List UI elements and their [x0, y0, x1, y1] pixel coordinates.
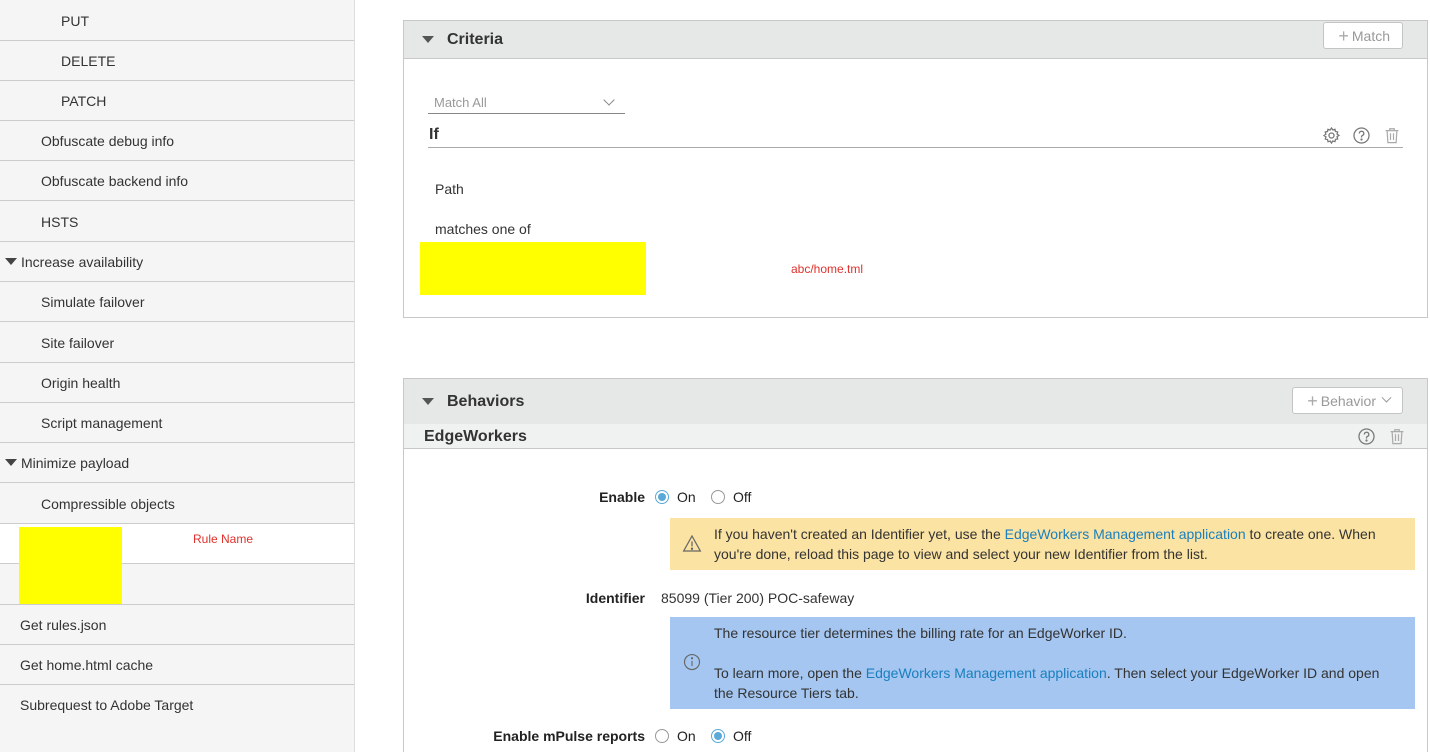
plus-icon: + — [1338, 25, 1349, 46]
condition-operator: matches one of — [435, 221, 531, 237]
identifier-value[interactable]: 85099 (Tier 200) POC-safeway — [661, 590, 854, 606]
sidebar-item-increase-availability[interactable]: Increase availability — [0, 242, 354, 282]
sidebar-item-patch[interactable]: PATCH — [0, 81, 354, 121]
add-behavior-button[interactable]: + Behavior — [1292, 387, 1403, 414]
sidebar-item-label: Get rules.json — [20, 616, 107, 633]
collapse-triangle-icon[interactable] — [5, 459, 17, 466]
sidebar-item-label: Obfuscate backend info — [41, 172, 189, 189]
trash-icon[interactable] — [1387, 426, 1407, 446]
sidebar-item-label: DELETE — [61, 52, 116, 69]
sidebar-item-label: Origin health — [41, 374, 121, 391]
criteria-title: Criteria — [447, 30, 504, 48]
identifier-label: Identifier — [585, 590, 645, 606]
info-line1: The resource tier determines the billing… — [714, 625, 1127, 641]
sidebar-item-label: Compressible objects — [41, 495, 175, 512]
sidebar-item-label: PUT — [61, 12, 89, 29]
enable-off-label[interactable]: Off — [733, 489, 751, 505]
trash-icon[interactable] — [1382, 125, 1402, 145]
sidebar-item-get-rules-json[interactable]: Get rules.json — [0, 605, 354, 645]
sidebar-item-obfuscate-backend-info[interactable]: Obfuscate backend info — [0, 161, 354, 201]
sidebar-item-compressible-objects[interactable]: Compressible objects — [0, 484, 354, 524]
plus-icon: + — [1307, 390, 1318, 411]
enable-on-radio[interactable] — [655, 490, 669, 504]
behavior-name: EdgeWorkers — [424, 428, 527, 445]
warning-text-before: If you haven't created an Identifier yet… — [714, 526, 1005, 542]
add-match-label: Match — [1351, 27, 1390, 44]
question-circle-icon[interactable] — [1356, 426, 1376, 446]
criteria-header[interactable]: Criteria + Match — [404, 21, 1427, 59]
redaction-box — [420, 242, 646, 295]
info-text: To learn more, open the EdgeWorkers Mana… — [714, 663, 1394, 703]
if-label: If — [429, 126, 439, 143]
sidebar-item-label: Script management — [41, 414, 163, 431]
sidebar-item-label: Minimize payload — [21, 454, 130, 471]
redaction-label: Rule Name — [193, 532, 254, 546]
sidebar-item-label: Get home.html cache — [20, 656, 154, 673]
info-circle-icon — [683, 653, 701, 676]
sidebar-item-delete[interactable]: DELETE — [0, 41, 354, 81]
mpulse-label: Enable mPulse reports — [493, 728, 645, 744]
edgeworkers-management-link[interactable]: EdgeWorkers Management application — [1005, 526, 1246, 542]
sidebar-item-label: Simulate failover — [41, 293, 145, 310]
sidebar-item-site-failover[interactable]: Site failover — [0, 323, 354, 363]
sidebar-item-label: Subrequest to Adobe Target — [20, 697, 194, 713]
enable-label: Enable — [599, 489, 645, 505]
warning-notice: If you haven't created an Identifier yet… — [670, 518, 1415, 570]
mpulse-on-radio[interactable] — [655, 729, 669, 743]
criteria-panel: Criteria + Match Match All If Path match… — [403, 20, 1428, 318]
mpulse-on-label[interactable]: On — [677, 728, 696, 744]
sidebar-item-label: HSTS — [41, 213, 79, 230]
match-all-select[interactable]: Match All — [428, 88, 625, 114]
behaviors-title: Behaviors — [447, 392, 525, 410]
sidebar-item-label: PATCH — [61, 92, 107, 109]
enable-off-radio[interactable] — [711, 490, 725, 504]
info-text-before: To learn more, open the — [714, 665, 866, 681]
question-circle-icon[interactable] — [1351, 125, 1371, 145]
enable-on-label[interactable]: On — [677, 489, 696, 505]
condition-field: Path — [435, 181, 464, 197]
collapse-triangle-icon[interactable] — [5, 258, 17, 265]
edgeworkers-management-link[interactable]: EdgeWorkers Management application — [866, 665, 1107, 681]
sidebar-item-script-management[interactable]: Script management — [0, 403, 354, 443]
behaviors-header[interactable]: Behaviors + Behavior — [404, 379, 1427, 425]
match-select-value: Match All — [434, 95, 487, 110]
redaction-label: abc/home.tml — [791, 262, 864, 276]
sidebar-item-obfuscate-debug-info[interactable]: Obfuscate debug info — [0, 121, 354, 161]
warning-triangle-icon — [682, 534, 702, 558]
if-row: If — [428, 121, 1403, 148]
sidebar-item-get-home-html-cache[interactable]: Get home.html cache — [0, 645, 354, 685]
warning-text: If you haven't created an Identifier yet… — [714, 524, 1394, 564]
redaction-box — [19, 527, 122, 604]
sidebar-item-subrequest-adobe-target[interactable]: Subrequest to Adobe Target — [0, 685, 354, 725]
chevron-down-icon — [603, 94, 615, 106]
add-match-button[interactable]: + Match — [1323, 22, 1403, 49]
chevron-down-icon — [1381, 392, 1392, 403]
sidebar-item-label: Obfuscate debug info — [41, 132, 175, 149]
collapse-triangle-icon[interactable] — [422, 398, 434, 405]
mpulse-off-radio[interactable] — [711, 729, 725, 743]
behaviors-panel: Behaviors + Behavior EdgeWorkers Enable … — [403, 378, 1428, 752]
sidebar-item-simulate-failover[interactable]: Simulate failover — [0, 282, 354, 322]
edgeworkers-behavior-header: EdgeWorkers — [404, 424, 1427, 449]
mpulse-off-label[interactable]: Off — [733, 728, 751, 744]
sidebar-item-hsts[interactable]: HSTS — [0, 202, 354, 242]
rule-tree-sidebar: PUT DELETE PATCH Obfuscate debug info Ob… — [0, 0, 355, 752]
info-notice: The resource tier determines the billing… — [670, 617, 1415, 709]
sidebar-item-label: Site failover — [41, 334, 115, 351]
collapse-triangle-icon[interactable] — [422, 36, 434, 43]
add-behavior-label: Behavior — [1320, 392, 1376, 409]
sidebar-item-label: Increase availability — [21, 253, 144, 270]
sidebar-item-origin-health[interactable]: Origin health — [0, 363, 354, 403]
gear-icon[interactable] — [1321, 125, 1341, 145]
sidebar-item-minimize-payload[interactable]: Minimize payload — [0, 443, 354, 483]
sidebar-item-put[interactable]: PUT — [0, 1, 354, 41]
